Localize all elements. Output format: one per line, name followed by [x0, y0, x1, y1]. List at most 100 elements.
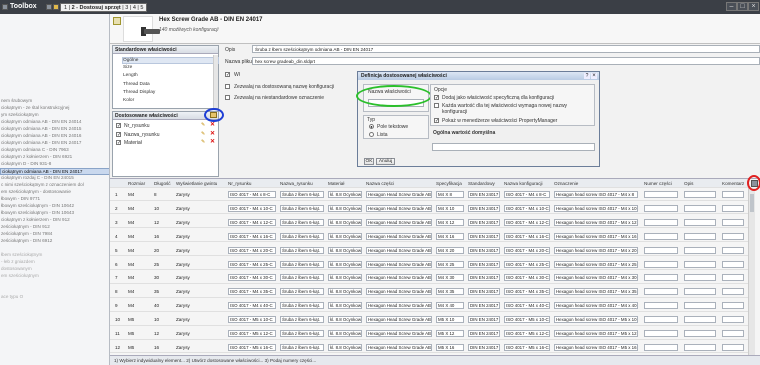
table-row[interactable]: 6 M4 25 Zarysy ISO 4017 - M4 x 25-C Śruba z ł…: [110, 259, 748, 271]
table-cell[interactable]: Śruba z łbem 6-kąt.: [280, 218, 324, 226]
table-cell-empty[interactable]: [722, 274, 744, 282]
table-cell[interactable]: Śruba z łbem 6-kąt.: [280, 316, 324, 324]
table-cell-empty[interactable]: [722, 260, 744, 268]
edit-icon[interactable]: ✎: [201, 131, 206, 137]
table-cell[interactable]: ISO 4017 - M5 x 10-C: [228, 316, 276, 324]
table-cell-empty[interactable]: [644, 330, 678, 337]
table-cell-empty[interactable]: [684, 246, 716, 254]
table-row[interactable]: 9 M4 40 Zarysy ISO 4017 - M4 x 40-C Śruba z ł…: [110, 300, 748, 312]
table-cell[interactable]: Śruba z łbem 6-kąt.: [280, 246, 324, 254]
table-cell[interactable]: DIN EN 24017: [468, 218, 500, 226]
table-cell[interactable]: Hexagon head screw ISO 4017 - M5 x 10: [554, 316, 638, 324]
table-row[interactable]: 3 M4 12 Zarysy ISO 4017 - M4 x 12-C Śruba z ł…: [110, 217, 748, 229]
table-cell[interactable]: Hexagon Head Screw Grade AB: [366, 302, 432, 310]
table-row[interactable]: 5 M4 20 Zarysy ISO 4017 - M4 x 20-C Śruba z ł…: [110, 245, 748, 257]
tree-item[interactable]: em sześciokątnym - dostosowanie: [0, 189, 109, 196]
delete-icon[interactable]: ✕: [210, 131, 215, 137]
table-cell-empty[interactable]: [644, 204, 678, 212]
tree-item[interactable]: ciokątnym odmiana AB - DIN EN 24014: [0, 119, 109, 126]
table-cell-empty[interactable]: [644, 191, 678, 198]
table-cell-empty[interactable]: [684, 302, 716, 310]
tree-item[interactable]: ciokątnym - ze śtal konstrukcyjnej: [0, 105, 109, 112]
column-header[interactable]: Rozmiar: [128, 181, 145, 186]
table-cell[interactable]: ISO 4017 - M4 x 20-C: [228, 246, 276, 254]
radio-text-field[interactable]: ●: [369, 124, 374, 129]
table-row[interactable]: 8 M4 35 Zarysy ISO 4017 - M4 x 35-C Śruba z ł…: [110, 286, 748, 298]
column-header[interactable]: Oznaczenie: [554, 181, 578, 186]
table-cell[interactable]: M4 X 30: [436, 274, 464, 282]
std-property-item[interactable]: Kolor: [123, 98, 134, 103]
table-row[interactable]: 10 M5 10 Zarysy ISO 4017 - M5 x 10-C Śruba z …: [110, 314, 748, 326]
scrollbar[interactable]: [213, 55, 218, 108]
table-cell-empty[interactable]: [722, 330, 744, 337]
column-header[interactable]: Wyświetlanie gwintu: [176, 181, 217, 186]
table-cell-empty[interactable]: [644, 246, 678, 254]
table-cell[interactable]: M4 X 16: [436, 232, 464, 240]
table-cell[interactable]: DIN EN 24017: [468, 288, 500, 296]
breadcrumb-step-1[interactable]: 1: [64, 5, 67, 11]
table-row[interactable]: 4 M4 16 Zarysy ISO 4017 - M4 x 16-C Śruba z ł…: [110, 231, 748, 243]
table-cell[interactable]: M4 X 8: [436, 191, 464, 198]
column-header[interactable]: Specyfikacja: [436, 181, 462, 186]
tree-item[interactable]: ciokątnym odmiana AB - DIN EN 24015: [0, 126, 109, 133]
table-cell[interactable]: Hexagon Head Screw Grade AB: [366, 191, 432, 198]
property-name-input[interactable]: [368, 99, 424, 107]
maximize-icon[interactable]: □: [737, 2, 748, 11]
table-cell-empty[interactable]: [684, 330, 716, 337]
custom-property-checkbox[interactable]: ✓: [116, 123, 121, 129]
column-header[interactable]: Materiał: [328, 181, 344, 186]
table-cell[interactable]: M4 X 20: [436, 246, 464, 254]
table-cell[interactable]: ISO 4017 - M4 x 30-C: [504, 274, 550, 282]
std-property-item[interactable]: Length: [123, 73, 138, 78]
table-cell[interactable]: ISO 4017 - M4 x 16-C: [504, 232, 550, 240]
tree-item[interactable]: ciokątnym z kołnierzem - DIN 912: [0, 217, 109, 224]
tree-item[interactable]: ześciokątnym - DIN 912: [0, 224, 109, 231]
custom-property-label[interactable]: Nazwa_rysunku: [124, 132, 160, 138]
table-cell[interactable]: kl. 8.8 Ocynkow: [328, 204, 362, 212]
table-cell[interactable]: kl. 8.8 Ocynkow: [328, 218, 362, 226]
table-row[interactable]: 7 M4 30 Zarysy ISO 4017 - M4 x 30-C Śruba z ł…: [110, 272, 748, 284]
table-cell-empty[interactable]: [684, 232, 716, 240]
table-cell[interactable]: ISO 4017 - M4 x 25-C: [228, 260, 276, 268]
custom-property-checkbox[interactable]: ✓: [116, 131, 121, 137]
table-cell[interactable]: ISO 4017 - M4 x 10-C: [504, 204, 550, 212]
column-header[interactable]: Nazwa_rysunku: [280, 181, 313, 186]
tree-item[interactable]: ciokątnym odmiana C - DIN 7963: [0, 147, 109, 154]
table-cell[interactable]: Hexagon head screw ISO 4017 - M5 x 12: [554, 330, 638, 337]
table-cell[interactable]: ISO 4017 - M4 x 30-C: [228, 274, 276, 282]
opis-field[interactable]: Śruba z łbem sześciokątnym odmiana AB - …: [252, 45, 760, 53]
column-header[interactable]: Komentarz: [722, 181, 744, 186]
table-cell[interactable]: Hexagon Head Screw Grade AB: [366, 246, 432, 254]
table-cell[interactable]: DIN EN 24017: [468, 260, 500, 268]
table-cell[interactable]: ISO 4017 - M4 x 40-C: [228, 302, 276, 310]
table-cell[interactable]: Hexagon Head Screw Grade AB: [366, 288, 432, 296]
table-cell[interactable]: DIN EN 24017: [468, 274, 500, 282]
std-property-item[interactable]: Thread Data: [123, 82, 150, 87]
column-settings-icon[interactable]: [751, 180, 758, 187]
table-cell[interactable]: Śruba z łbem 6-kąt.: [280, 302, 324, 310]
tree-item[interactable]: ciokątnym z kołnierzem - DIN 6921: [0, 154, 109, 161]
table-cell[interactable]: Hexagon head screw ISO 4017 - M4 x 40: [554, 302, 638, 310]
breadcrumb-step-5[interactable]: 5: [140, 5, 143, 11]
table-cell[interactable]: M4 X 10: [436, 204, 464, 212]
table-cell[interactable]: Hexagon Head Screw Grade AB: [366, 204, 432, 212]
table-cell[interactable]: ISO 4017 - M4 x 40-C: [504, 302, 550, 310]
table-cell[interactable]: Hexagon Head Screw Grade AB: [366, 330, 432, 337]
table-cell[interactable]: kl. 8.8 Ocynkow: [328, 274, 362, 282]
tree-item[interactable]: ciokątnym odmiana AB - DIN EN 24016: [0, 133, 109, 140]
edit-icon[interactable]: ✎: [201, 140, 206, 145]
table-cell-empty[interactable]: [684, 274, 716, 282]
table-cell[interactable]: M4 X 35: [436, 288, 464, 296]
radio-list[interactable]: [369, 132, 374, 137]
ok-button[interactable]: OK: [364, 158, 374, 165]
table-cell-empty[interactable]: [722, 316, 744, 324]
table-cell[interactable]: ISO 4017 - M5 x 10-C: [504, 316, 550, 324]
custom-property-label[interactable]: Materiał: [124, 140, 142, 146]
table-cell[interactable]: DIN EN 24017: [468, 302, 500, 310]
table-cell[interactable]: Hexagon Head Screw Grade AB: [366, 260, 432, 268]
table-cell-empty[interactable]: [722, 191, 744, 198]
table-cell[interactable]: kl. 8.8 Ocynkow: [328, 302, 362, 310]
table-cell[interactable]: Hexagon Head Screw Grade AB: [366, 343, 432, 351]
cancel-button[interactable]: Anuluj: [376, 158, 395, 165]
column-header[interactable]: Nazwa części: [366, 181, 394, 186]
